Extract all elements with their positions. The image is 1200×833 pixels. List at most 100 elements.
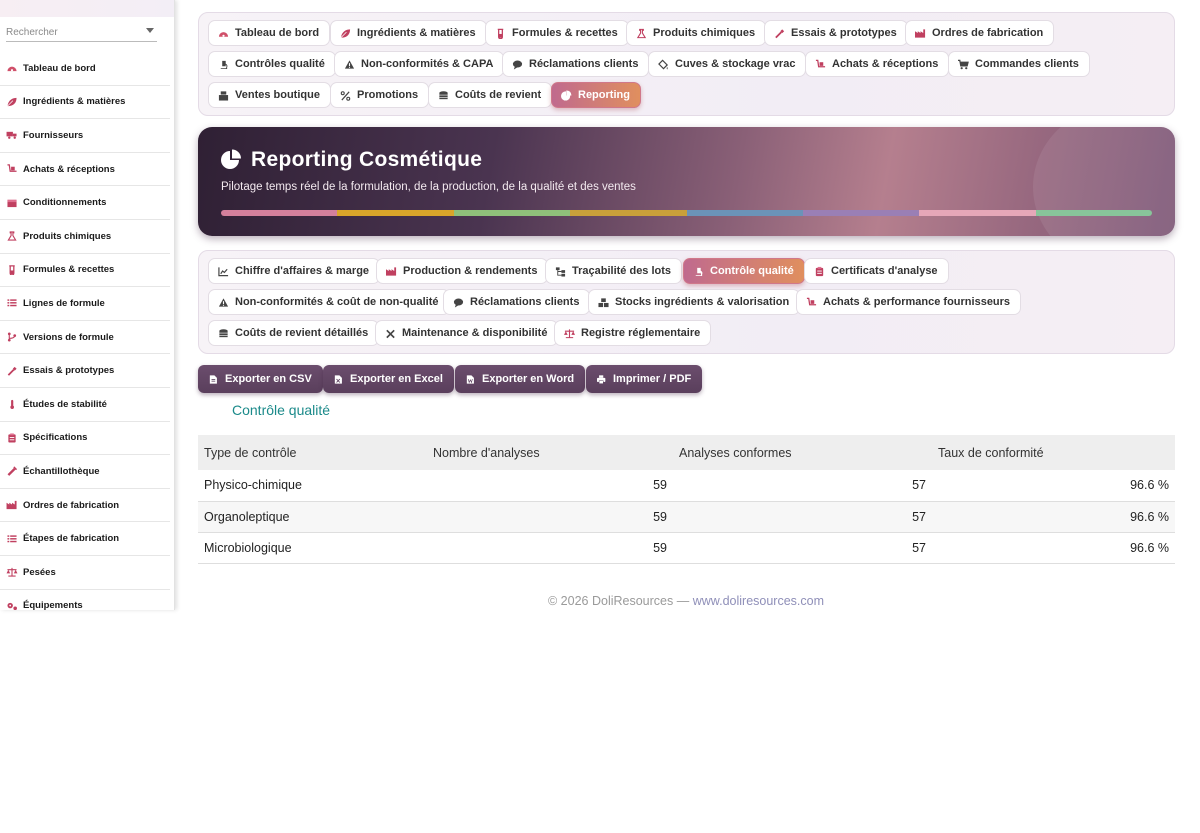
sidebar-item[interactable]: Conditionnements (0, 186, 170, 220)
search-input[interactable] (6, 24, 141, 38)
search-box[interactable] (6, 22, 157, 42)
sidebar-item-label: Fournisseurs (23, 129, 84, 141)
report-tab[interactable]: Achats & performance fournisseurs (796, 289, 1022, 315)
sidebar-item[interactable]: Pesées (0, 556, 170, 590)
chevron-down-icon[interactable] (146, 28, 154, 33)
report-tab[interactable]: Certificats d'analyse (804, 258, 949, 284)
nav-tab[interactable]: Formules & recettes (485, 20, 629, 46)
sidebar-item[interactable]: Formules & recettes (0, 254, 170, 288)
nav-tab[interactable]: Réclamations clients (502, 51, 650, 77)
nav-tab[interactable]: Promotions (330, 82, 430, 108)
column-header: Taux de conformité (932, 435, 1175, 470)
sidebar-item[interactable]: Ingrédients & matières (0, 86, 170, 120)
nav-tab[interactable]: Tableau de bord (208, 20, 331, 46)
tab-label: Traçabilité des lots (572, 265, 672, 277)
nav-tab[interactable]: Reporting (551, 82, 641, 108)
column-header: Nombre d'analyses (427, 435, 673, 470)
page-title: Reporting Cosmétique (251, 148, 483, 171)
sidebar-item-label: Formules & recettes (23, 264, 115, 276)
table-cell: 96.6 % (932, 532, 1175, 564)
report-tab[interactable]: Registre réglementaire (554, 320, 712, 346)
nav-tab[interactable]: Cuves & stockage vrac (648, 51, 807, 77)
sidebar-item[interactable]: Achats & réceptions (0, 153, 170, 187)
export-button[interactable]: Exporter en Excel (323, 365, 454, 393)
export-button[interactable]: Exporter en CSV (198, 365, 323, 393)
coins-icon (438, 90, 449, 101)
export-button[interactable]: Exporter en Word (455, 365, 586, 393)
report-tab[interactable]: Coûts de revient détaillés (208, 320, 380, 346)
tab-label: Promotions (357, 89, 419, 101)
factory-icon (915, 28, 926, 39)
file-word-icon (466, 374, 476, 385)
table-cell: 96.6 % (932, 501, 1175, 533)
comment-icon (512, 59, 523, 70)
nav-tab[interactable]: Ordres de fabrication (905, 20, 1055, 46)
dashboard-icon (218, 28, 229, 39)
tab-label: Ventes boutique (235, 89, 320, 101)
sidebar-item-label: Ingrédients & matières (23, 96, 126, 108)
tab-label: Réclamations clients (529, 58, 639, 70)
tab-label: Contrôle qualité (710, 265, 794, 277)
sidebar-item[interactable]: Ordres de fabrication (0, 489, 170, 523)
page-subtitle: Pilotage temps réel de la formulation, d… (221, 181, 636, 193)
factory-icon (386, 266, 397, 277)
nav-tab[interactable]: Achats & réceptions (805, 51, 950, 77)
dolly-icon (806, 297, 817, 308)
tab-label: Achats & performance fournisseurs (823, 296, 1011, 308)
report-tab[interactable]: Production & rendements (376, 258, 549, 284)
report-tab[interactable]: Non-conformités & coût de non-qualité (208, 289, 450, 315)
nav-tab[interactable]: Coûts de revient (428, 82, 553, 108)
tools-icon (385, 328, 396, 339)
file-excel-icon (334, 374, 344, 385)
beaker-icon (495, 28, 506, 39)
comment-icon (453, 297, 464, 308)
sidebar-item-label: Tableau de bord (23, 62, 96, 74)
color-strip-segment (453, 210, 571, 216)
nav-tab[interactable]: Non-conformités & CAPA (334, 51, 505, 77)
table-header-row: Type de contrôle Nombre d'analyses Analy… (198, 435, 1175, 470)
thermometer-icon (6, 399, 18, 410)
table-cell: Microbiologique (198, 532, 427, 564)
sidebar-item[interactable]: Spécifications (0, 422, 170, 456)
nav-tab[interactable]: Commandes clients (948, 51, 1090, 77)
sidebar-item[interactable]: Essais & prototypes (0, 354, 170, 388)
tab-label: Chiffre d'affaires & marge (235, 265, 370, 277)
footer-link[interactable]: www.doliresources.com (693, 594, 824, 608)
table-row: Microbiologique 59 57 96.6 % (198, 532, 1175, 564)
report-tab[interactable]: Maintenance & disponibilité (375, 320, 559, 346)
sidebar-item[interactable]: Études de stabilité (0, 388, 170, 422)
report-tab[interactable]: Stocks ingrédients & valorisation (588, 289, 801, 315)
sidebar-item-label: Conditionnements (23, 197, 107, 209)
warning-icon (218, 297, 229, 308)
nav-tab[interactable]: Essais & prototypes (764, 20, 908, 46)
table-row: Physico-chimique 59 57 96.6 % (198, 470, 1175, 502)
beaker-icon (6, 265, 18, 276)
report-tab[interactable]: Chiffre d'affaires & marge (208, 258, 381, 284)
report-tab[interactable]: Contrôle qualité (683, 258, 805, 284)
sidebar-item[interactable]: Tableau de bord (0, 52, 170, 86)
sidebar-item[interactable]: Échantillothèque (0, 455, 170, 489)
report-tab[interactable]: Réclamations clients (443, 289, 591, 315)
nav-tab[interactable]: Ingrédients & matières (330, 20, 487, 46)
color-strip-segment (919, 210, 1036, 216)
export-button[interactable]: Imprimer / PDF (586, 365, 703, 393)
sidebar-item[interactable]: Lignes de formule (0, 287, 170, 321)
sidebar-item[interactable]: Produits chimiques (0, 220, 170, 254)
tab-label: Commandes clients (975, 58, 1079, 70)
sidebar-item[interactable]: Fournisseurs (0, 119, 170, 153)
tab-label: Formules & recettes (512, 27, 618, 39)
tab-label: Achats & réceptions (832, 58, 939, 70)
nav-tab[interactable]: Ventes boutique (208, 82, 331, 108)
file-csv-icon (209, 374, 219, 385)
sidebar-item[interactable]: Versions de formule (0, 321, 170, 355)
scale-icon (564, 328, 575, 339)
pie-chart-icon (561, 89, 572, 101)
sidebar-item-label: Pesées (23, 566, 56, 578)
nav-tab[interactable]: Contrôles qualité (208, 51, 336, 77)
footer-text: © 2026 DoliResources — (548, 594, 693, 608)
table-cell: Physico-chimique (198, 470, 427, 502)
export-button-label: Exporter en Word (482, 373, 575, 385)
sidebar-item[interactable]: Étapes de fabrication (0, 522, 170, 556)
nav-tab[interactable]: Produits chimiques (626, 20, 767, 46)
report-tab[interactable]: Traçabilité des lots (545, 258, 683, 284)
